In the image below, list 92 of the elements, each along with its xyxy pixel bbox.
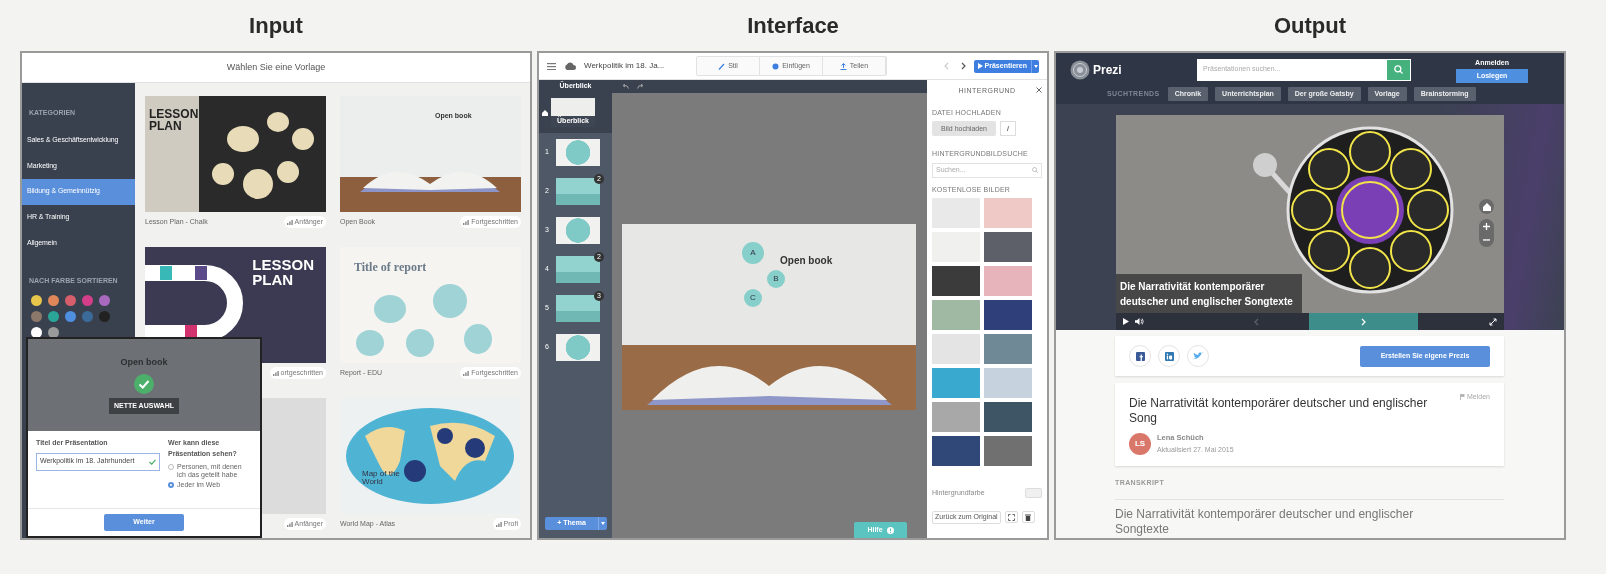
preview-title: LESSON PLAN — [252, 257, 314, 287]
presentation-title: Werkpolitik im 18. Ja... — [584, 60, 666, 72]
background-photo[interactable] — [932, 436, 980, 467]
cloud-icon[interactable] — [564, 62, 576, 70]
color-dot[interactable] — [31, 295, 42, 307]
volume-button[interactable] — [1135, 318, 1144, 325]
color-dot[interactable] — [99, 295, 110, 307]
play-icon — [1123, 318, 1129, 325]
signal-bars-icon — [463, 370, 470, 376]
chevron-right-icon[interactable] — [960, 62, 966, 70]
search-button[interactable] — [1387, 59, 1410, 80]
preview-title: Map of the World — [362, 470, 401, 486]
undo-icon[interactable] — [622, 84, 629, 89]
checkmark-icon — [149, 458, 156, 465]
panel-heading: Input — [249, 14, 303, 37]
color-dot[interactable] — [48, 295, 59, 307]
template-preview[interactable]: LESSON PLAN — [145, 96, 326, 212]
home-icon — [542, 109, 548, 116]
play-button[interactable] — [1123, 318, 1129, 325]
background-photo[interactable] — [984, 232, 1032, 263]
play-icon — [977, 63, 983, 69]
chevron-right-icon — [1361, 317, 1366, 326]
color-dot[interactable] — [65, 295, 76, 307]
background-photo[interactable] — [984, 300, 1032, 331]
color-dot[interactable] — [82, 311, 93, 323]
present-menu-button[interactable] — [1031, 59, 1039, 73]
search-icon — [1032, 167, 1038, 174]
upload-icon — [839, 62, 847, 70]
share-button[interactable] — [1158, 345, 1180, 367]
bird-icon — [1193, 352, 1203, 360]
checkmark-icon — [134, 373, 154, 394]
color-dot[interactable] — [82, 295, 93, 307]
background-photo[interactable] — [984, 436, 1032, 467]
slide-title: Open book — [780, 254, 833, 268]
signal-bars-icon — [272, 370, 279, 376]
letter-bubble: A — [742, 242, 764, 264]
slide-thumbnail — [551, 98, 595, 117]
radio-button[interactable] — [168, 482, 174, 489]
signal-bars-icon — [286, 521, 293, 527]
signal-bars-icon — [495, 521, 502, 527]
panel-heading: Interface — [747, 14, 839, 37]
preview-title: Title of report — [354, 261, 427, 273]
close-icon[interactable] — [1036, 87, 1042, 93]
preview-title: LESSON PLAN — [149, 108, 199, 132]
circle-icon — [772, 62, 780, 70]
chevron-left-icon — [1254, 317, 1259, 326]
slide-thumbnail — [556, 139, 600, 166]
expand-icon — [1489, 317, 1497, 326]
linkedin-icon — [1164, 351, 1174, 361]
plus-icon — [1483, 222, 1490, 230]
signal-bars-icon — [463, 219, 470, 225]
template-preview[interactable]: Title of report — [340, 247, 521, 363]
redo-icon[interactable] — [637, 84, 644, 89]
presentation-title: Die Narrativität kontemporärer deutscher und englischer Song — [1129, 396, 1429, 426]
theme-menu-button[interactable] — [598, 517, 607, 530]
menu-icon[interactable] — [547, 62, 556, 70]
caret-icon — [601, 522, 605, 525]
share-button[interactable] — [1129, 345, 1151, 367]
panel-heading: Output — [1273, 14, 1347, 37]
flag-icon — [1460, 394, 1466, 401]
brand-name: Prezi — [1093, 61, 1122, 79]
color-dot[interactable] — [65, 311, 76, 323]
letter-bubble: C — [744, 289, 762, 307]
slide-thumbnail — [556, 334, 600, 361]
background-photo[interactable] — [984, 402, 1032, 433]
home-button[interactable] — [1479, 199, 1494, 214]
color-dot[interactable] — [48, 311, 59, 323]
color-dot[interactable] — [99, 311, 110, 323]
minus-icon — [1483, 239, 1490, 241]
letter-bubble: B — [767, 270, 785, 288]
transcript-text: Die Narrativität kontemporärer deutscher und englischer Songtexte — [1115, 506, 1415, 537]
background-photo[interactable] — [932, 266, 980, 297]
trash-icon — [1025, 513, 1032, 521]
signal-bars-icon — [286, 219, 293, 225]
slide-title: Die Narrativität kontemporärer deutscher und englischer Songtexte — [1120, 280, 1294, 309]
fullscreen-button[interactable] — [1004, 511, 1018, 524]
wand-icon — [718, 62, 726, 70]
previous-button[interactable] — [1254, 317, 1259, 326]
info-button[interactable]: i — [1000, 121, 1016, 137]
slide-thumbnail — [556, 217, 600, 244]
search-icon — [1394, 65, 1403, 74]
dialog-title: Wählen Sie eine Vorlage — [226, 60, 326, 74]
color-dot[interactable] — [31, 311, 42, 323]
circle-logo-icon[interactable] — [1070, 59, 1090, 80]
avatar-circle: LS — [1129, 432, 1151, 455]
delete-button[interactable] — [1021, 511, 1035, 524]
color-swatch[interactable] — [1025, 488, 1042, 499]
caret-icon — [1033, 64, 1038, 68]
facebook-icon — [1135, 351, 1145, 361]
home-icon — [1482, 202, 1491, 211]
expand-icon — [1007, 513, 1015, 521]
speaker-icon — [1135, 318, 1144, 325]
